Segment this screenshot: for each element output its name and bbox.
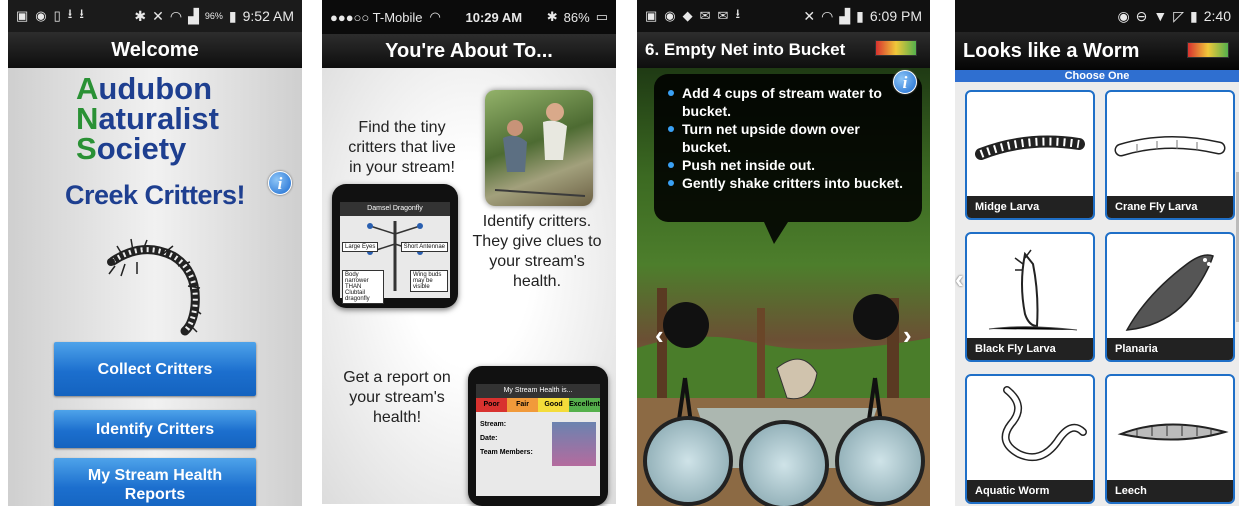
next-arrow[interactable]: › <box>903 320 912 351</box>
mock-tag: Wing buds may be visible <box>410 270 448 292</box>
screen-title: Welcome <box>8 32 302 68</box>
step-title: 6. Empty Net into Bucket <box>637 32 930 68</box>
intro-report-text: Get a report on your stream's health! <box>343 369 451 426</box>
notification-icon: ▣ <box>645 8 658 23</box>
mock-tag: Body narrower THAN Clubtail dragonfly <box>342 270 384 304</box>
screen-title: Looks like a Worm <box>955 32 1239 70</box>
critter-card-crane-fly-larva[interactable]: Crane Fly Larva <box>1105 90 1235 220</box>
phone-icon: ▯ <box>53 8 61 23</box>
location-icon: ◉ <box>1117 7 1130 24</box>
critter-label: Midge Larva <box>967 196 1093 218</box>
choose-one-banner: Choose One <box>955 70 1239 82</box>
phone-mockup-report: My Stream Health is... Poor Fair Good Ex… <box>468 366 608 506</box>
instruction-bubble: Add 4 cups of stream water to bucket. Tu… <box>654 74 922 244</box>
status-bar: ▣ ◉ ▯ ⭳ ⭳ ✱ ✕ ◠ ▟ 96% ▮ 9:52 AM <box>8 0 302 32</box>
carrier-label: ●●●○○ T-Mobile <box>330 9 423 25</box>
wifi-icon: ▼ <box>1153 8 1168 24</box>
critter-card-aquatic-worm[interactable]: Aquatic Worm <box>965 374 1095 504</box>
collect-critters-button[interactable]: Collect Critters <box>54 342 256 396</box>
critter-label: Planaria <box>1107 338 1233 360</box>
status-bar: ●●●○○ T-Mobile ◠ 10:29 AM ✱ 86% ▭ <box>322 0 616 34</box>
audubon-logo: Audubon Naturalist Society <box>76 71 219 166</box>
location-icon: ◉ <box>664 8 676 23</box>
person-figure <box>853 294 899 340</box>
identify-worm-screen: ◉ ⊖ ▼ ◸ ▮ 2:40 Looks like a Worm Choose … <box>955 0 1239 506</box>
status-bar: ▣ ◉ ◆ ✉ ✉ ⭳ ✕ ◠ ▟ ▮ 6:09 PM <box>637 0 930 32</box>
health-rating-bar: Poor Fair Good Excellent <box>476 398 600 412</box>
status-time: 9:52 AM <box>242 8 294 24</box>
critter-label: Black Fly Larva <box>967 338 1093 360</box>
critter-card-leech[interactable]: Leech <box>1105 374 1235 504</box>
step-circle-2 <box>739 420 829 506</box>
battery-icon: ▮ <box>1190 7 1198 24</box>
battery-icon: ▮ <box>228 7 237 24</box>
app-title: Creek Critters! <box>64 180 246 210</box>
location-icon: ◉ <box>35 8 47 23</box>
battery-icon: ▭ <box>595 9 608 24</box>
intro-identify-text: Identify critters. They give clues to yo… <box>472 213 602 290</box>
mock-tag: Large Eyes <box>342 242 379 252</box>
mute-icon: ✕ <box>803 7 816 24</box>
step-circle-1 <box>643 416 733 506</box>
identify-critters-button[interactable]: Identify Critters <box>54 410 256 448</box>
critter-label: Leech <box>1107 480 1233 502</box>
download-icon: ⭳ <box>735 6 741 21</box>
instruction-step: Push net inside out. <box>668 156 912 174</box>
dnd-icon: ⊖ <box>1135 7 1148 24</box>
notification-icon: ▣ <box>16 8 29 23</box>
scrollbar[interactable] <box>1236 172 1239 322</box>
critter-label: Aquatic Worm <box>967 480 1093 502</box>
previous-arrow[interactable]: ‹ <box>955 264 964 295</box>
download-icon: ⭳ <box>79 6 84 21</box>
signal-icon: ◸ <box>1173 7 1185 24</box>
stream-health-reports-button[interactable]: My Stream Health Reports <box>54 458 256 506</box>
health-meter-icon[interactable] <box>1187 42 1229 58</box>
person-figure <box>663 302 709 348</box>
collect-step-screen: ▣ ◉ ◆ ✉ ✉ ⭳ ✕ ◠ ▟ ▮ 6:09 PM 6. Empty Net… <box>637 0 930 506</box>
welcome-screen: ▣ ◉ ▯ ⭳ ⭳ ✱ ✕ ◠ ▟ 96% ▮ 9:52 AM Welcome … <box>8 0 302 506</box>
wifi-icon: ◠ <box>821 7 834 24</box>
critter-label: Crane Fly Larva <box>1107 196 1233 218</box>
mail-icon: ✉ <box>717 8 729 23</box>
critter-illustration <box>107 238 202 336</box>
status-bar: ◉ ⊖ ▼ ◸ ▮ 2:40 <box>955 0 1239 32</box>
step-circle-3 <box>835 416 925 506</box>
team-photo <box>552 422 596 466</box>
instruction-step: Add 4 cups of stream water to bucket. <box>668 84 912 120</box>
instruction-step: Gently shake critters into bucket. <box>668 174 912 192</box>
critter-card-black-fly-larva[interactable]: Black Fly Larva <box>965 232 1095 362</box>
critter-card-midge-larva[interactable]: Midge Larva <box>965 90 1095 220</box>
status-time: 6:09 PM <box>869 8 922 24</box>
battery-percent: 86% <box>563 9 590 25</box>
mute-icon: ✕ <box>152 7 164 24</box>
intro-find-text: Find the tiny critters that live in your… <box>348 119 456 176</box>
app-icon: ◆ <box>682 8 693 23</box>
field-photo <box>485 90 593 206</box>
instruction-step: Turn net upside down over bucket. <box>668 120 912 156</box>
battery-percent: 96% <box>204 11 223 21</box>
status-time: 2:40 <box>1203 8 1231 24</box>
battery-icon: ▮ <box>856 7 864 24</box>
status-time: 10:29 AM <box>465 9 523 25</box>
wifi-icon: ◠ <box>169 7 183 24</box>
screen-title: You're About To... <box>322 34 616 68</box>
info-icon[interactable]: i <box>893 70 917 94</box>
signal-icon: ▟ <box>839 7 851 24</box>
health-meter-icon[interactable] <box>875 40 917 56</box>
bluetooth-icon: ✱ <box>134 7 147 24</box>
download-icon: ⭳ <box>67 6 73 21</box>
phone-mockup-identify: Damsel Dragonfly Large Eyes Short Antenn… <box>332 184 458 308</box>
mock-tag: Short Antennae <box>400 242 448 252</box>
bluetooth-icon: ✱ <box>546 9 558 24</box>
mail-icon: ✉ <box>699 8 711 23</box>
signal-icon: ▟ <box>188 7 199 24</box>
critter-card-planaria[interactable]: Planaria <box>1105 232 1235 362</box>
intro-screen: ●●●○○ T-Mobile ◠ 10:29 AM ✱ 86% ▭ You're… <box>322 0 616 506</box>
info-icon[interactable]: i <box>268 171 292 195</box>
previous-arrow[interactable]: ‹ <box>655 320 664 351</box>
wifi-icon: ◠ <box>429 9 441 24</box>
